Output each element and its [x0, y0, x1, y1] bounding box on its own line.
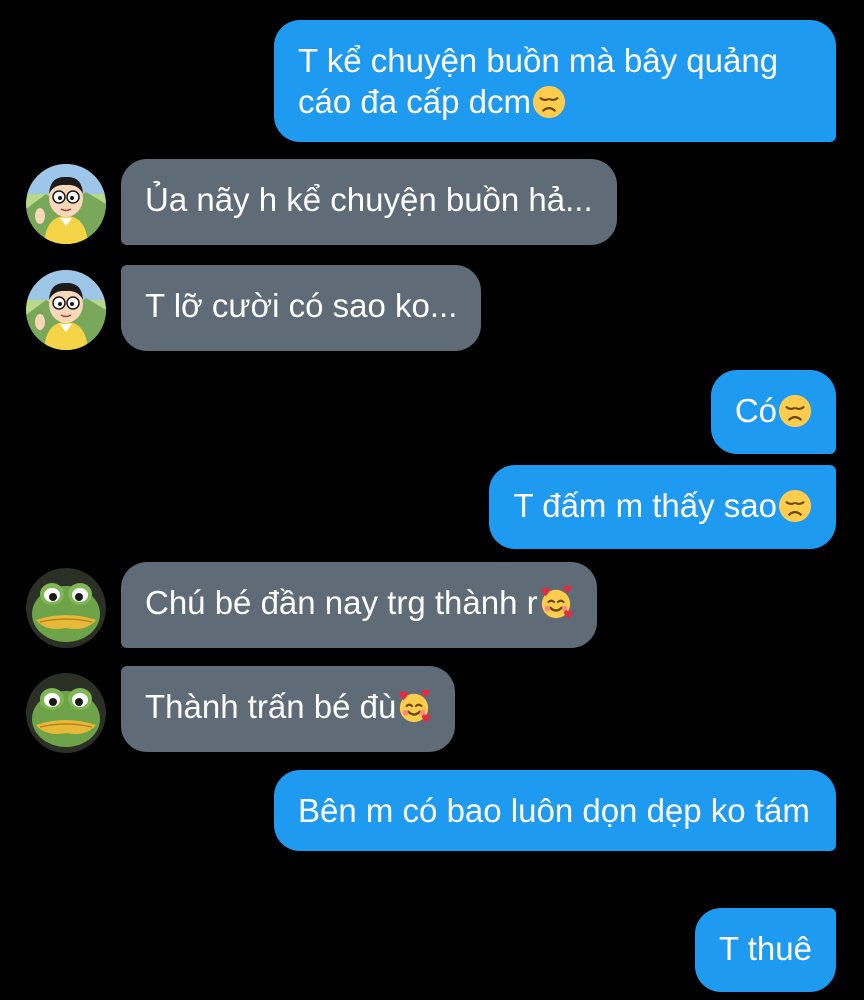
incoming-message-bubble[interactable]: Ủa nãy h kể chuyện buồn hả...	[121, 159, 617, 245]
outgoing-message-bubble[interactable]: T thuê	[695, 908, 836, 992]
chat-thread: T kể chuyện buồn mà bây quảng cáo đa cấp…	[0, 0, 864, 1000]
message-text: Ủa nãy h kể chuyện buồn hả...	[145, 181, 593, 218]
message-text: Có	[734, 392, 777, 429]
disappointed-face-icon	[778, 394, 812, 428]
disappointed-face-icon	[778, 489, 812, 523]
disappointed-face-icon	[532, 85, 566, 119]
frog-avatar[interactable]	[26, 568, 106, 648]
incoming-message-bubble[interactable]: Chú bé đần nay trg thành r	[121, 562, 597, 648]
smiling-face-with-hearts-icon	[539, 586, 573, 620]
message-text: T lỡ cười có sao ko...	[145, 287, 458, 324]
incoming-message-bubble[interactable]: Thành trấn bé đù	[121, 666, 456, 752]
message-text: T đấm m thấy sao	[513, 487, 777, 524]
nobita-avatar[interactable]	[26, 270, 106, 350]
smiling-face-with-hearts-icon	[397, 690, 431, 724]
message-text: Bên m có bao luôn dọn dẹp ko tám	[298, 792, 810, 829]
nobita-avatar[interactable]	[26, 164, 106, 244]
message-text: T thuê	[719, 930, 812, 967]
incoming-message-bubble[interactable]: T lỡ cười có sao ko...	[121, 265, 482, 351]
outgoing-message-bubble[interactable]: T đấm m thấy sao	[489, 465, 836, 549]
message-text: Thành trấn bé đù	[145, 688, 397, 725]
message-text: Chú bé đần nay trg thành r	[145, 584, 538, 621]
outgoing-message-bubble[interactable]: Có	[710, 370, 836, 454]
outgoing-message-bubble[interactable]: Bên m có bao luôn dọn dẹp ko tám	[274, 770, 836, 851]
outgoing-message-bubble[interactable]: T kể chuyện buồn mà bây quảng cáo đa cấp…	[274, 20, 836, 142]
frog-avatar[interactable]	[26, 673, 106, 753]
